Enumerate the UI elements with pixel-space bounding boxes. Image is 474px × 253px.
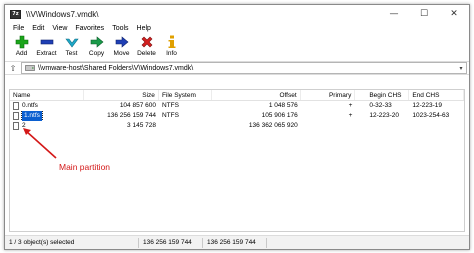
minimize-button[interactable]: — <box>379 5 409 23</box>
row-offset: 105 906 176 <box>261 112 298 119</box>
path-input[interactable]: \\vmware-host\Shared Folders\V\Windows7.… <box>21 62 467 74</box>
info-icon <box>164 34 180 49</box>
app-icon: 7z <box>10 9 21 19</box>
row-file-system: NTFS <box>161 102 179 109</box>
status-bar: 1 / 3 object(s) selected 136 256 159 744… <box>5 235 469 249</box>
annotation-label: Main partition <box>59 162 111 172</box>
column-header-row: Name Size File System Offset Primary Beg… <box>10 90 464 101</box>
address-bar: ⇧ \\vmware-host\Shared Folders\V\Windows… <box>5 61 469 75</box>
table-row[interactable]: 0.ntfs 104 857 600 NTFS 1 048 576 + 0-32… <box>10 101 464 111</box>
file-icon <box>13 112 19 120</box>
title-bar: 7z \\V\Windows7.vmdk\ — ☐ ✕ <box>5 5 469 23</box>
column-end-chs[interactable]: End CHS <box>409 90 464 100</box>
file-list: Name Size File System Offset Primary Beg… <box>9 89 465 232</box>
column-offset[interactable]: Offset <box>212 90 301 100</box>
table-row[interactable]: 2 3 145 728 136 362 065 920 <box>10 121 464 131</box>
status-total: 136 256 159 744 <box>203 237 267 248</box>
info-button[interactable]: Info <box>159 34 184 57</box>
info-label: Info <box>166 50 177 57</box>
menu-file[interactable]: File <box>9 25 28 32</box>
plus-icon <box>14 34 30 49</box>
column-name[interactable]: Name <box>10 90 85 100</box>
row-offset: 1 048 576 <box>268 102 298 109</box>
path-dropdown-icon[interactable]: ▾ <box>456 65 466 72</box>
menu-edit[interactable]: Edit <box>28 25 48 32</box>
row-end-chs: 12-223-19 <box>412 102 442 109</box>
move-label: Move <box>113 50 130 57</box>
window-title: \\V\Windows7.vmdk\ <box>26 9 99 19</box>
path-text: \\vmware-host\Shared Folders\V\Windows7.… <box>38 64 194 72</box>
row-file-system: NTFS <box>161 112 179 119</box>
add-button[interactable]: Add <box>9 34 34 57</box>
check-icon <box>64 34 80 49</box>
hard-disk-icon <box>25 65 35 71</box>
column-begin-chs[interactable]: Begin CHS <box>355 90 410 100</box>
copy-label: Copy <box>88 50 105 57</box>
row-primary: + <box>348 112 353 119</box>
file-icon <box>13 102 19 110</box>
menu-tools[interactable]: Tools <box>108 25 132 32</box>
column-file-system[interactable]: File System <box>159 90 212 100</box>
copy-arrow-icon <box>89 34 105 49</box>
x-icon <box>139 34 155 49</box>
row-begin-chs: 12-223-20 <box>369 112 400 119</box>
menu-view[interactable]: View <box>48 25 71 32</box>
annotation-arrow <box>23 128 57 159</box>
row-size: 136 256 159 744 <box>107 112 156 119</box>
row-primary: + <box>348 102 353 109</box>
test-label: Test <box>65 50 78 57</box>
menu-help[interactable]: Help <box>133 25 155 32</box>
row-name: 1.ntfs <box>21 111 43 121</box>
menu-favorites[interactable]: Favorites <box>71 25 108 32</box>
delete-label: Delete <box>137 50 156 57</box>
status-empty <box>267 238 469 248</box>
add-label: Add <box>15 50 28 57</box>
row-offset: 136 362 065 920 <box>248 122 298 129</box>
copy-button[interactable]: Copy <box>84 34 109 57</box>
column-primary[interactable]: Primary <box>301 90 356 100</box>
extract-button[interactable]: Extract <box>34 34 59 57</box>
up-folder-icon[interactable]: ⇧ <box>5 64 21 73</box>
maximize-button[interactable]: ☐ <box>409 5 439 23</box>
move-arrow-icon <box>114 34 130 49</box>
row-end-chs: 1023-254-63 <box>412 112 450 119</box>
file-icon <box>13 122 19 130</box>
toolbar: Add Extract Test Copy Move Delete Info <box>5 34 469 61</box>
row-size: 104 857 600 <box>119 102 156 109</box>
archive-window: 7z \\V\Windows7.vmdk\ — ☐ ✕ File Edit Vi… <box>4 4 470 250</box>
status-selected: 1 / 3 object(s) selected <box>5 237 139 248</box>
column-size[interactable]: Size <box>84 90 159 100</box>
minus-icon <box>39 34 55 49</box>
row-size: 3 145 728 <box>127 122 156 129</box>
table-row-selected[interactable]: 1.ntfs 136 256 159 744 NTFS 105 906 176 … <box>10 111 464 121</box>
row-begin-chs: 0-32-33 <box>369 102 392 109</box>
test-button[interactable]: Test <box>59 34 84 57</box>
extract-label: Extract <box>36 50 57 57</box>
menu-bar: File Edit View Favorites Tools Help <box>5 23 469 34</box>
move-button[interactable]: Move <box>109 34 134 57</box>
delete-button[interactable]: Delete <box>134 34 159 57</box>
status-size: 136 256 159 744 <box>139 237 203 248</box>
close-button[interactable]: ✕ <box>439 5 469 23</box>
row-name: 0.ntfs <box>22 102 38 109</box>
